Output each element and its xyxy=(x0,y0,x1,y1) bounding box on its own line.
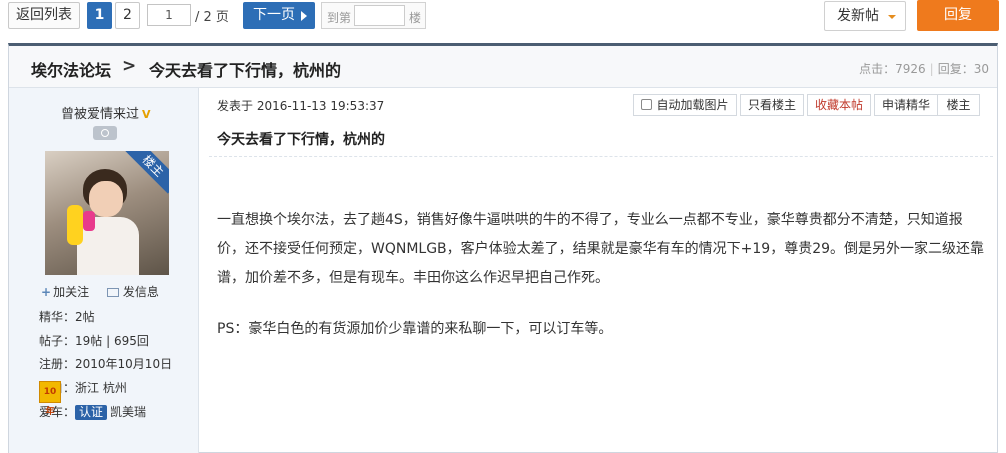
back-to-list-button[interactable]: 返回列表 xyxy=(8,2,80,29)
only-op-button[interactable]: 只看楼主 xyxy=(740,94,804,116)
vip-icon: V xyxy=(142,108,151,121)
post-timestamp: 发表于 2016-11-13 19:53:37 xyxy=(217,99,385,113)
send-message-label: 发信息 xyxy=(122,285,159,299)
author-sidebar: 曾被爱情来过 V 楼主 + 加关注 发信息 精华：2帖 帖子：19帖 | 695回 … xyxy=(9,88,199,453)
new-post-label: 发新帖 xyxy=(837,8,879,24)
author-name-label: 曾被爱情来过 xyxy=(61,107,140,122)
views-count: 点击：7926 xyxy=(859,62,926,76)
auto-load-images-toggle[interactable]: 自动加载图片 xyxy=(633,94,737,116)
author-car-key: 爱车： xyxy=(39,405,76,419)
thread-stats: 点击：7926 | 回复：30 xyxy=(859,62,989,76)
thread-header: 埃尔法论坛 > 今天去看了下行情，杭州的 点击：7926 | 回复：30 xyxy=(9,46,997,88)
author-registered: 注册：2010年10月10日 xyxy=(39,357,173,371)
page-total-label: / 2 页 xyxy=(195,10,229,25)
page-number-input[interactable]: 1 xyxy=(147,4,191,26)
certified-badge: 认证 xyxy=(75,405,108,420)
floor-label[interactable]: 楼主 xyxy=(937,94,980,116)
new-post-button[interactable]: 发新帖 xyxy=(824,1,906,31)
goto-label: 到第 xyxy=(327,11,352,25)
avatar[interactable]: 楼主 xyxy=(45,151,169,275)
author-car-model[interactable]: 凯美瑞 xyxy=(110,405,146,419)
goto-floor-input[interactable] xyxy=(354,5,405,26)
author-car: 爱车： 认证 凯美瑞 xyxy=(39,403,146,420)
user-profile-icon[interactable] xyxy=(93,126,117,140)
thread-title: 今天去看了下行情，杭州的 xyxy=(149,61,342,80)
follow-label: 加关注 xyxy=(53,285,90,299)
post-title: 今天去看了下行情，杭州的 xyxy=(217,132,385,148)
author-name[interactable]: 曾被爱情来过 V xyxy=(61,103,151,122)
checkbox-icon[interactable] xyxy=(641,99,653,110)
author-essence: 精华：2帖 xyxy=(39,310,95,324)
favorite-button[interactable]: 收藏本帖 xyxy=(807,94,871,116)
breadcrumb-forum-link[interactable]: 埃尔法论坛 xyxy=(31,57,111,81)
post-divider xyxy=(209,156,993,157)
medal-10-year-icon: 10年 xyxy=(39,381,61,417)
follow-button[interactable]: + 加关注 xyxy=(41,283,89,300)
post-body: 一直想换个埃尔法，去了趟4S，销售好像牛逼哄哄的牛的不得了，专业么一点都不专业，… xyxy=(217,206,987,344)
caret-down-icon xyxy=(888,15,896,19)
thread-container: 埃尔法论坛 > 今天去看了下行情，杭州的 点击：7926 | 回复：30 曾被爱情来… xyxy=(8,43,998,453)
send-message-button[interactable]: 发信息 xyxy=(106,283,159,300)
page-1-button[interactable]: 1 xyxy=(87,2,112,29)
goto-floor-box: 到第 楼 xyxy=(321,2,426,29)
author-actions: + 加关注 发信息 xyxy=(41,283,173,300)
arrow-right-icon xyxy=(301,11,307,21)
author-posts: 帖子：19帖 | 695回 xyxy=(39,334,149,348)
page-2-button[interactable]: 2 xyxy=(115,2,140,29)
replies-count: 回复：30 xyxy=(937,62,989,76)
mail-icon xyxy=(106,288,119,297)
apply-essence-button[interactable]: 申请精华 xyxy=(874,94,938,116)
goto-floor-unit: 楼 xyxy=(409,11,422,25)
top-toolbar: 返回列表 1 2 1 / 2 页 下一页 到第 楼 发新帖 回复 xyxy=(0,0,1006,32)
reply-button[interactable]: 回复 xyxy=(917,0,999,31)
op-badge: 楼主 xyxy=(125,151,169,194)
plus-icon: + xyxy=(41,285,52,299)
post-paragraph: PS：豪华白色的有货源加价少靠谱的来私聊一下，可以订车等。 xyxy=(217,321,613,337)
auto-load-images-label: 自动加载图片 xyxy=(656,98,729,112)
next-page-label: 下一页 xyxy=(253,7,295,23)
next-page-button[interactable]: 下一页 xyxy=(243,2,315,29)
post-paragraph: 一直想换个埃尔法，去了趟4S，销售好像牛逼哄哄的牛的不得了，专业么一点都不专业，… xyxy=(217,212,985,286)
breadcrumb-separator: > xyxy=(122,56,137,76)
